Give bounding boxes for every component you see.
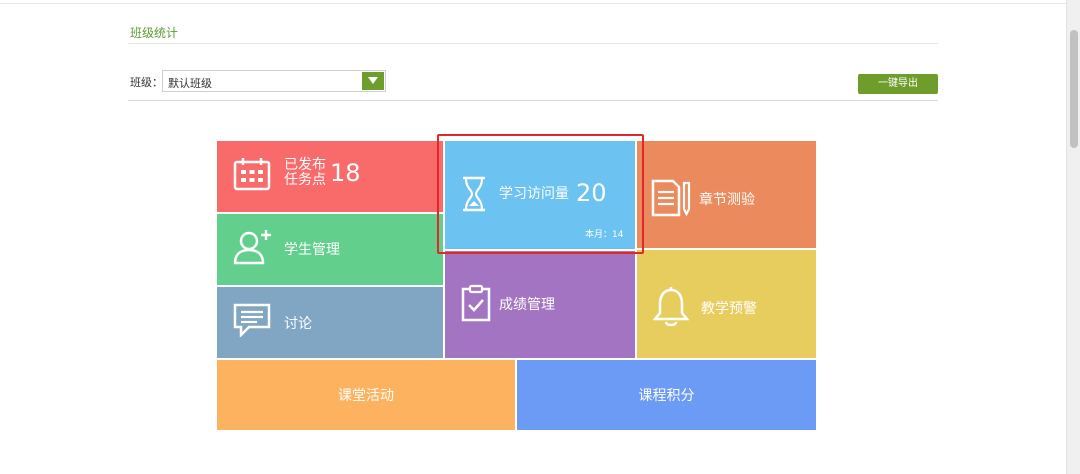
export-button[interactable]: 一键导出	[858, 74, 938, 94]
scrollbar[interactable]	[1066, 0, 1080, 474]
class-select[interactable]: 默认班级	[162, 70, 386, 92]
section-title: 班级统计	[130, 26, 179, 40]
tile-teaching-warning[interactable]: 教学预警	[637, 250, 816, 358]
tile-points-label: 课程积分	[638, 388, 695, 404]
tile-course-points[interactable]: 课程积分	[517, 360, 816, 430]
tile-grade-label: 成绩管理	[499, 297, 555, 313]
bell-icon	[653, 287, 689, 327]
scrollbar-thumb[interactable]	[1070, 30, 1078, 148]
calendar-icon	[233, 158, 271, 191]
tile-classroom-activity[interactable]: 课堂活动	[217, 360, 515, 430]
tile-tasks-line1: 已发布	[284, 157, 326, 173]
tile-grade-management[interactable]: 成绩管理	[445, 251, 635, 358]
tile-tasks-published[interactable]: 已发布 任务点 18	[217, 141, 443, 212]
tile-tasks-line2: 任务点	[284, 172, 326, 188]
clipboard-check-icon	[461, 284, 491, 322]
class-select-value: 默认班级	[168, 77, 212, 90]
tile-discussion[interactable]: 讨论	[217, 287, 443, 358]
divider	[128, 100, 938, 101]
add-user-icon	[233, 230, 271, 265]
document-pen-icon	[651, 179, 691, 217]
tile-classroom-label: 课堂活动	[338, 388, 394, 404]
page: 班级统计 班级： 默认班级 一键导出 已发布 任务点 18 学习访问量 20 本…	[0, 0, 1080, 474]
tile-student-label: 学生管理	[284, 242, 340, 258]
tile-student-management[interactable]: 学生管理	[217, 214, 443, 285]
chevron-down-icon[interactable]	[362, 72, 384, 90]
class-label: 班级：	[130, 76, 163, 89]
tile-tasks-count: 18	[330, 159, 361, 187]
divider	[128, 43, 938, 44]
chat-icon	[233, 303, 271, 337]
highlight-box	[437, 134, 644, 254]
tile-discuss-label: 讨论	[284, 316, 312, 332]
tile-warning-label: 教学预警	[701, 301, 757, 317]
tile-chapter-label: 章节测验	[699, 192, 755, 208]
top-border	[0, 0, 1066, 4]
tile-chapter-test[interactable]: 章节测验	[637, 141, 816, 248]
